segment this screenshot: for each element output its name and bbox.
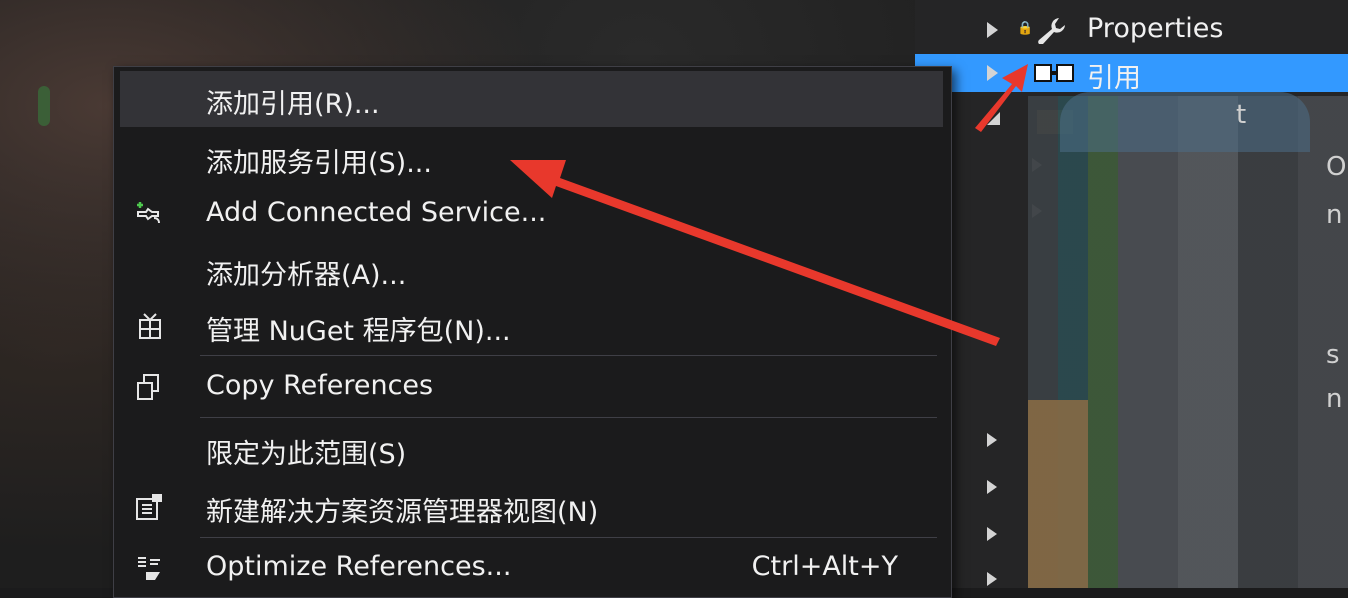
partial-text: n [1326,384,1343,414]
redacted-region [1060,92,1310,152]
menu-separator [200,355,937,356]
menu-item-new-explorer-view[interactable]: 新建解决方案资源管理器视图(N) [120,479,943,535]
menu-item-label: 添加服务引用(S)... [206,148,432,179]
menu-item-label: Optimize References... [206,551,512,582]
new-explorer-view-icon [136,494,162,520]
partial-text: O [1326,152,1347,182]
lock-icon: 🔒 [1017,21,1034,36]
partial-text: n [1326,200,1343,230]
copy-icon [137,374,159,400]
menu-item-label: Copy References [206,370,434,401]
expand-arrow-icon[interactable] [987,527,997,541]
partial-text: t [1236,100,1247,130]
context-menu: 添加引用(R)... 添加服务引用(S)... Add Connected Se… [113,66,952,598]
menu-separator [200,417,937,418]
background-decoration [38,86,50,126]
expand-arrow-icon[interactable] [987,65,998,81]
expand-arrow-icon[interactable] [987,480,997,494]
expand-arrow-icon[interactable] [987,433,997,447]
menu-item-scope-to-this[interactable]: 限定为此范围(S) [120,421,943,477]
nuget-package-icon [139,313,161,339]
menu-item-label: 添加引用(R)... [206,89,380,120]
menu-item-manage-nuget[interactable]: 管理 NuGet 程序包(N)... [120,298,943,354]
menu-separator [200,537,937,538]
menu-item-copy-references[interactable]: Copy References [120,359,943,415]
menu-item-shortcut: Ctrl+Alt+Y [751,551,898,582]
tree-item-label: 引用 [1087,63,1141,94]
references-icon [1034,64,1074,82]
menu-item-label: 限定为此范围(S) [206,439,407,470]
partial-text: s [1326,340,1340,370]
tree-item-properties[interactable]: 🔒 Properties [915,11,1348,49]
menu-item-add-connected-service[interactable]: Add Connected Service... [120,186,943,242]
menu-item-label: 管理 NuGet 程序包(N)... [206,316,511,347]
optimize-references-icon [138,557,160,580]
menu-item-label: Add Connected Service... [206,197,547,228]
wrench-icon [1038,18,1065,44]
menu-item-label: 添加分析器(A)... [206,260,407,291]
menu-item-add-reference[interactable]: 添加引用(R)... [120,71,943,127]
connected-service-icon [137,202,160,224]
menu-item-add-service-reference[interactable]: 添加服务引用(S)... [120,130,943,186]
tree-item-label: Properties [1087,13,1224,44]
expand-arrow-icon[interactable] [987,22,998,38]
menu-item-label: 新建解决方案资源管理器视图(N) [206,497,599,528]
expand-arrow-icon[interactable] [987,572,997,586]
menu-item-add-analyzer[interactable]: 添加分析器(A)... [120,242,943,298]
tree-item-references[interactable]: 引用 [915,54,1348,94]
redacted-region [1028,400,1088,588]
collapse-arrow-icon[interactable] [987,112,1000,125]
